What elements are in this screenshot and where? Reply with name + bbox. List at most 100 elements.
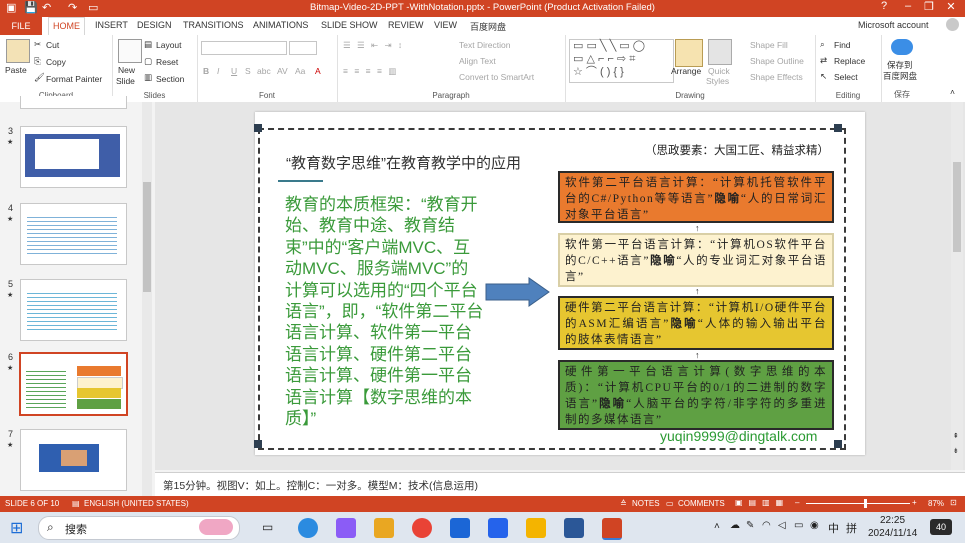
align-text-button[interactable]: Align Text <box>459 56 496 66</box>
ime-mode-indicator[interactable]: 中 <box>828 520 839 536</box>
alignment-icon[interactable]: ≡ ≡ ≡ ≡ ▥ <box>343 66 398 77</box>
bullets-icon[interactable]: ☰ ☰ ⇤ ⇥ ↕ <box>343 40 404 51</box>
tab-animations[interactable]: ANIMATIONS <box>253 20 308 30</box>
shape-outline-button[interactable]: Shape Outline <box>750 56 804 66</box>
battery-icon[interactable]: ▭ <box>794 520 803 531</box>
taskbar-search-box[interactable]: ⌕ 搜索 <box>38 516 240 540</box>
tab-insert[interactable]: INSERT <box>95 20 128 30</box>
ideology-tag[interactable]: （思政要素：大国工匠、精益求精） <box>645 142 829 158</box>
selection-handle[interactable] <box>834 440 842 448</box>
font-color-button[interactable]: A <box>315 66 321 76</box>
text-direction-button[interactable]: Text Direction <box>459 40 511 50</box>
task-view-icon[interactable]: ▭ <box>262 520 273 534</box>
text-shadow-button[interactable]: abc <box>257 66 271 76</box>
slide-scrollbar-thumb[interactable] <box>953 162 961 252</box>
microsoft-account[interactable]: Microsoft account <box>858 20 929 30</box>
view-buttons-icon[interactable]: ▣▤▥▦ <box>735 498 789 507</box>
spelling-icon[interactable]: ▤ <box>72 499 80 508</box>
zoom-slider-thumb[interactable] <box>864 499 867 508</box>
zoom-in-button[interactable]: + <box>912 498 917 507</box>
thumbnail-scrollbar-thumb[interactable] <box>143 182 151 292</box>
author-email[interactable]: yuqin9999@dingtalk.com <box>660 428 817 444</box>
fit-slide-icon[interactable]: ⊡ <box>950 498 957 507</box>
clock-date[interactable]: 2024/11/14 <box>868 528 917 539</box>
language-indicator[interactable]: ENGLISH (UNITED STATES) <box>84 499 189 508</box>
character-spacing-button[interactable]: AV <box>277 66 288 76</box>
clock-time[interactable]: 22:25 <box>880 515 905 526</box>
shape-fill-button[interactable]: Shape Fill <box>750 40 788 50</box>
select-button[interactable]: Select <box>834 72 858 82</box>
slide-title[interactable]: “教育数字思维”在教育教学中的应用 <box>286 152 521 173</box>
thumbnail-slide-5[interactable] <box>20 279 127 341</box>
ime-layout-indicator[interactable]: 拼 <box>846 520 857 536</box>
format-painter-button[interactable]: Format Painter <box>46 74 102 84</box>
next-slide-icon[interactable]: ⇟ <box>953 447 959 455</box>
arrange-icon[interactable] <box>675 39 703 67</box>
help-button[interactable]: ? <box>873 0 895 12</box>
tab-design[interactable]: DESIGN <box>137 20 172 30</box>
reset-button[interactable]: Reset <box>156 57 178 67</box>
weather-icon[interactable]: ☁ <box>730 520 740 531</box>
thumbnail-slide-2[interactable] <box>20 96 127 109</box>
bold-button[interactable]: B <box>203 66 209 76</box>
slide-vertical-scrollbar[interactable]: ⇞ ⇟ <box>951 102 963 470</box>
word-icon[interactable] <box>564 518 584 538</box>
slide-canvas[interactable]: “教育数字思维”在教育教学中的应用 （思政要素：大国工匠、精益求精） 教育的本质… <box>254 112 865 455</box>
tray-app-icon[interactable]: ◉ <box>810 520 819 531</box>
chrome-icon[interactable] <box>412 518 432 538</box>
box-software-first-platform[interactable]: 软件第一平台语言计算：“计算机OS软件平台的C/C++语言”隐喻“人的专业词汇对… <box>558 233 834 287</box>
font-size-field[interactable] <box>289 41 317 55</box>
section-button[interactable]: Section <box>156 74 184 84</box>
strikethrough-button[interactable]: S <box>245 66 251 76</box>
find-icon[interactable]: ⌕ <box>820 39 825 50</box>
new-slide-button-line2[interactable]: Slide <box>116 76 135 86</box>
tab-review[interactable]: REVIEW <box>388 20 424 30</box>
thumbnail-slide-4[interactable] <box>20 203 127 265</box>
thumbnail-slide-3[interactable] <box>20 126 127 188</box>
quick-styles-button[interactable]: Quick <box>708 66 730 76</box>
selection-handle[interactable] <box>834 124 842 132</box>
comments-icon[interactable]: ▭ <box>666 499 674 508</box>
new-slide-icon[interactable] <box>118 39 142 63</box>
tab-home[interactable]: HOME <box>48 17 85 35</box>
notes-toggle-button[interactable]: NOTES <box>632 499 660 508</box>
close-button[interactable]: ✕ <box>940 0 962 13</box>
edge-browser-icon[interactable] <box>298 518 318 538</box>
windows-start-icon[interactable]: ⊞ <box>10 518 23 538</box>
arrange-button[interactable]: Arrange <box>671 66 701 76</box>
selection-handle[interactable] <box>254 440 262 448</box>
paste-button[interactable]: Paste <box>5 65 27 75</box>
new-slide-button[interactable]: New <box>118 65 135 75</box>
italic-button[interactable]: I <box>217 66 219 76</box>
tab-file[interactable]: FILE <box>0 17 42 35</box>
tab-view[interactable]: VIEW <box>434 20 457 30</box>
box-hardware-first-platform[interactable]: 硬件第一平台语言计算(数字思维的本质)：“计算机CPU平台的0/1的二进制的数字… <box>558 360 834 430</box>
app-icon[interactable] <box>450 518 470 538</box>
copilot-icon[interactable] <box>336 518 356 538</box>
change-case-button[interactable]: Aa <box>295 66 305 76</box>
save-to-baidu-line2[interactable]: 百度网盘 <box>883 70 917 82</box>
main-text-block[interactable]: 教育的本质框架：“教育开始、教育中途、教育结束”中的“客户端MVC、互动MVC、… <box>285 194 485 429</box>
underline-button[interactable]: U <box>231 66 237 76</box>
replace-icon[interactable]: ⇄ <box>820 55 827 66</box>
quick-styles-icon[interactable] <box>708 39 732 65</box>
thumbnail-slide-7[interactable] <box>20 429 127 491</box>
tray-chevron-icon[interactable]: ˄ <box>714 521 720 532</box>
notes-text[interactable]: 第15分钟。视图V：如上。控制C：一对多。模型M：技术(信息运用) <box>163 478 478 493</box>
collapse-ribbon-icon[interactable]: ˄ <box>950 87 955 97</box>
thumbnail-scrollbar[interactable] <box>142 102 152 496</box>
tab-transitions[interactable]: TRANSITIONS <box>183 20 244 30</box>
notes-icon[interactable]: ≙ <box>620 499 627 508</box>
file-explorer-icon[interactable] <box>374 518 394 538</box>
box-software-second-platform[interactable]: 软件第二平台语言计算：“计算机托管软件平台的C#/Python等等语言”隐喻“人… <box>558 171 834 223</box>
volume-icon[interactable]: ◁ <box>778 520 786 531</box>
find-button[interactable]: Find <box>834 40 851 50</box>
box-hardware-second-platform[interactable]: 硬件第二平台语言计算：“计算机I/O硬件平台的ASM汇编语言”隐喻“人体的输入输… <box>558 296 834 350</box>
cut-button[interactable]: Cut <box>46 40 59 50</box>
wifi-icon[interactable]: ◠ <box>762 520 771 531</box>
comments-toggle-button[interactable]: COMMENTS <box>678 499 725 508</box>
shapes-gallery[interactable]: ▭ ▭ ╲ ╲ ▭ ◯ ▭ △ ⌐ ⌐ ⇨ ⌗ ☆ ⌒ ( ) { } <box>569 39 674 83</box>
copy-icon[interactable]: ⎘ <box>34 56 41 67</box>
previous-slide-icon[interactable]: ⇞ <box>953 432 959 440</box>
zoom-level[interactable]: 87% <box>928 499 944 508</box>
